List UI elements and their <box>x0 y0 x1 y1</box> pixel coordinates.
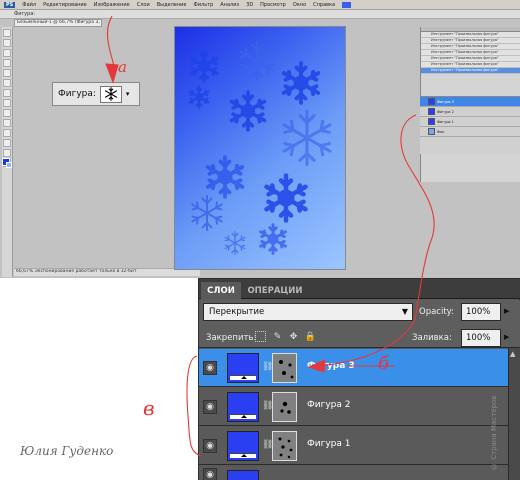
watermark: © Страна Мастеров <box>490 395 498 470</box>
bracket-v <box>186 355 202 457</box>
annotation-letter-b: б <box>378 353 389 374</box>
annotation-overlay <box>105 15 435 457</box>
arrow-a-head <box>105 63 119 84</box>
arrow-b-line <box>315 114 435 367</box>
annotation-letter-v: в <box>143 396 155 420</box>
arrow-b-head <box>307 359 326 373</box>
annotation-letter-a: а <box>118 58 127 76</box>
author-signature: Юлия Гуденко <box>20 444 114 458</box>
